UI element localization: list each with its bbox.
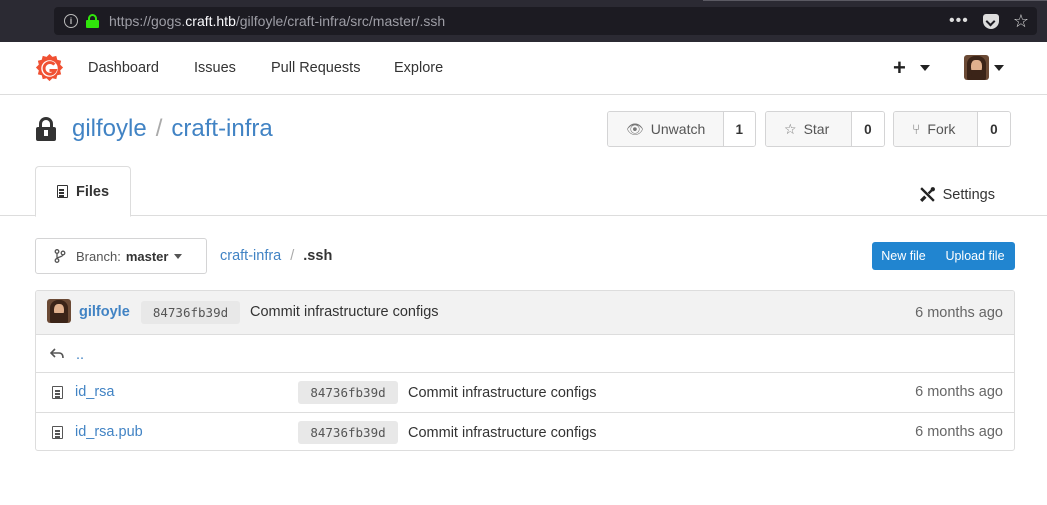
repo-name-link[interactable]: craft-infra [171,115,272,142]
commit-message[interactable]: Commit infrastructure configs [250,304,439,320]
breadcrumb: craft-infra / .ssh [220,248,333,264]
nav-issues[interactable]: Issues [194,60,236,76]
create-plus-icon[interactable]: + [893,55,906,81]
star-icon: ☆ [784,120,797,137]
url-text[interactable]: https://gogs.craft.htb/gilfoyle/craft-in… [109,13,445,29]
address-bar[interactable]: i https://gogs.craft.htb/gilfoyle/craft-… [54,7,1037,35]
commit-author-link[interactable]: gilfoyle [79,304,130,320]
tab-files[interactable]: Files [35,166,131,217]
nav-dashboard[interactable]: Dashboard [88,60,159,76]
repo-owner-link[interactable]: gilfoyle [72,115,147,142]
star-button[interactable]: ☆ Star [766,112,852,146]
page-actions-icon[interactable]: ••• [949,12,969,30]
info-icon[interactable]: i [64,14,78,28]
parent-directory-row[interactable]: .. [36,334,1014,372]
file-icon [52,386,63,399]
user-avatar[interactable] [964,55,989,80]
nav-pull-requests[interactable]: Pull Requests [271,60,360,76]
tab-settings[interactable]: Settings [919,186,995,203]
file-commit-message[interactable]: Commit infrastructure configs [408,385,597,401]
tab-strip-line [703,0,1047,1]
branch-label: Branch: [76,248,121,264]
user-menu-caret-icon[interactable] [994,65,1004,71]
parent-directory-link[interactable]: .. [76,347,84,363]
forks-count[interactable]: 0 [977,112,1010,146]
repo-header: gilfoyle / craft-infra 👁 Unwatch 1 ☆ Star 0 … [0,95,1047,217]
branch-dropdown[interactable]: Branch: master [35,238,207,274]
fork-icon: ⑂ [912,121,921,137]
file-commit-sha[interactable]: 84736fb39d [298,421,398,444]
file-icon [52,426,63,439]
file-commit-sha[interactable]: 84736fb39d [298,381,398,404]
branch-caret-icon [174,253,183,259]
file-name-link[interactable]: id_rsa.pub [75,424,143,440]
file-name-link[interactable]: id_rsa [75,384,115,400]
breadcrumb-current: .ssh [303,248,333,264]
settings-tools-icon [919,187,935,203]
gogs-logo-icon[interactable] [34,53,65,84]
branch-icon [54,249,66,263]
file-row: id_rsa.pub 84736fb39d Commit infrastruct… [36,412,1014,450]
pocket-icon[interactable] [982,13,999,29]
fork-button-group: ⑂ Fork 0 [893,111,1011,147]
file-text-icon [56,185,68,198]
fork-button[interactable]: ⑂ Fork [894,112,978,146]
create-dropdown-caret-icon[interactable] [920,65,930,71]
file-row: id_rsa 84736fb39d Commit infrastructure … [36,372,1014,412]
reply-arrow-icon [50,348,64,359]
secure-lock-icon[interactable] [86,14,99,28]
file-commit-age: 6 months ago [915,424,1003,440]
bookmark-star-icon[interactable]: ☆ [1013,11,1029,32]
star-button-group: ☆ Star 0 [765,111,885,147]
file-table: gilfoyle 84736fb39d Commit infrastructur… [35,290,1015,451]
new-file-button[interactable]: New file [872,242,935,270]
upload-file-button[interactable]: Upload file [935,242,1015,270]
commit-author-avatar[interactable] [47,299,71,323]
eye-icon: 👁 [626,120,644,137]
file-commit-message[interactable]: Commit infrastructure configs [408,425,597,441]
breadcrumb-root-link[interactable]: craft-infra [220,248,281,264]
watchers-count[interactable]: 1 [723,112,755,146]
commit-age: 6 months ago [915,305,1003,321]
private-repo-lock-icon [36,117,56,141]
nav-explore[interactable]: Explore [394,60,443,76]
stars-count[interactable]: 0 [851,112,884,146]
repo-title: gilfoyle / craft-infra [72,115,273,142]
unwatch-button[interactable]: 👁 Unwatch [608,112,724,146]
branch-name: master [125,248,169,264]
top-navigation: Dashboard Issues Pull Requests Explore + [0,42,1047,95]
watch-button-group: 👁 Unwatch 1 [607,111,756,147]
file-commit-age: 6 months ago [915,384,1003,400]
latest-commit-row: gilfoyle 84736fb39d Commit infrastructur… [36,291,1014,334]
commit-sha-badge[interactable]: 84736fb39d [141,301,240,324]
browser-toolbar: i https://gogs.craft.htb/gilfoyle/craft-… [0,0,1047,42]
